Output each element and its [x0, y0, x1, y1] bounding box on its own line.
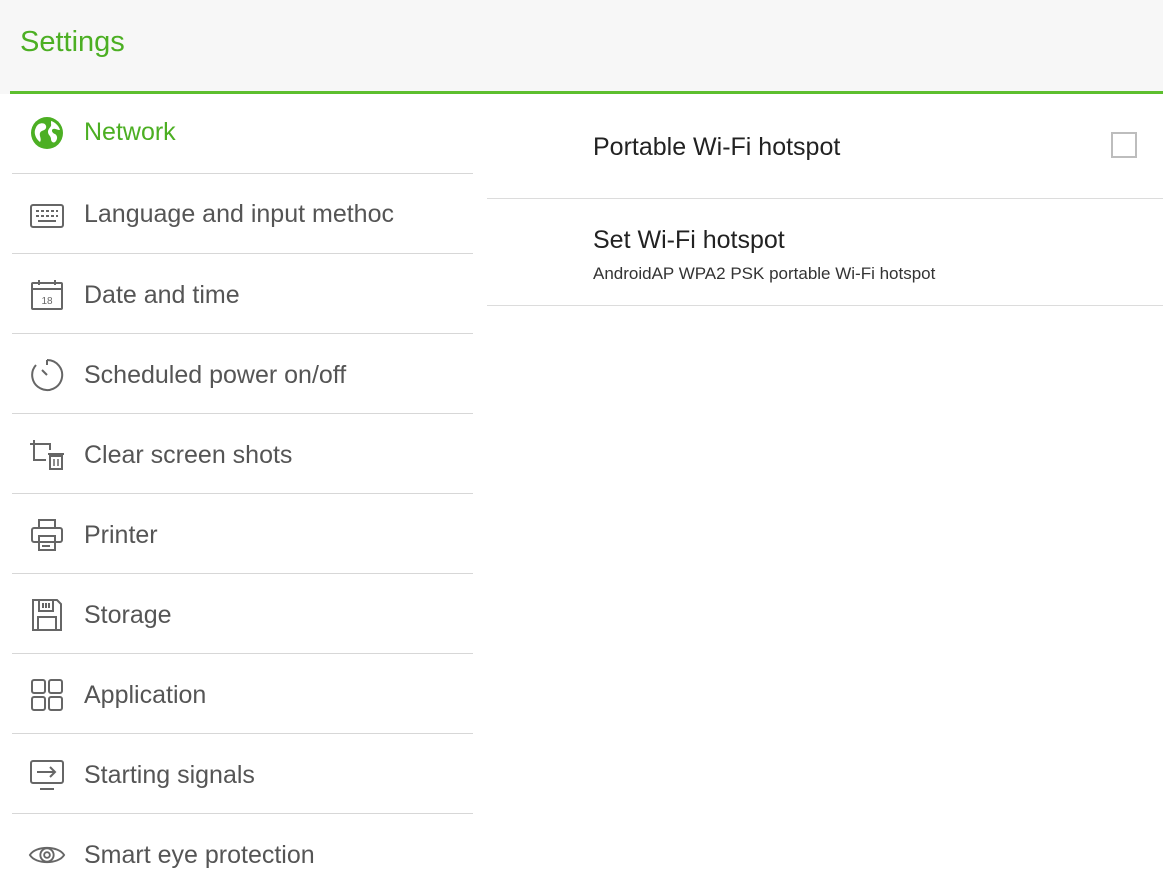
sidebar-item-starting-signals[interactable]: Starting signals: [12, 734, 473, 814]
storage-icon: [28, 596, 66, 634]
screenshot-trash-icon: [28, 436, 66, 474]
portable-hotspot-row[interactable]: Portable Wi-Fi hotspot: [487, 94, 1163, 199]
calendar-icon: 18: [28, 276, 66, 314]
action-bar: Settings: [0, 0, 1163, 94]
sidebar-item-clear-screenshots[interactable]: Clear screen shots: [12, 414, 473, 494]
sidebar-item-storage[interactable]: Storage: [12, 574, 473, 654]
sidebar-item-label: Date and time: [84, 281, 240, 309]
sidebar-item-eye-protection[interactable]: Smart eye protection: [12, 814, 473, 875]
svg-text:18: 18: [41, 296, 53, 307]
set-hotspot-title: Set Wi-Fi hotspot: [593, 226, 785, 254]
sidebar-item-label: Scheduled power on/off: [84, 361, 347, 389]
page-title: Settings: [20, 26, 125, 58]
settings-sidebar: Network Language and input methoc 18 Dat…: [12, 94, 473, 875]
printer-icon: [28, 516, 66, 554]
sidebar-item-label: Starting signals: [84, 761, 255, 789]
apps-grid-icon: [28, 676, 66, 714]
sidebar-item-scheduled-power[interactable]: Scheduled power on/off: [12, 334, 473, 414]
portable-hotspot-checkbox[interactable]: [1111, 132, 1137, 158]
sidebar-item-label: Storage: [84, 601, 172, 629]
sidebar-item-label: Clear screen shots: [84, 441, 293, 469]
sidebar-item-label: Language and input methoc: [84, 200, 394, 228]
sidebar-item-label: Smart eye protection: [84, 841, 315, 869]
sidebar-item-label: Network: [84, 118, 176, 146]
sidebar-item-network[interactable]: Network: [12, 94, 473, 174]
sidebar-item-printer[interactable]: Printer: [12, 494, 473, 574]
sidebar-item-language-input[interactable]: Language and input methoc: [12, 174, 473, 254]
keyboard-icon: [28, 197, 66, 235]
sidebar-item-date-time[interactable]: 18 Date and time: [12, 254, 473, 334]
set-hotspot-row[interactable]: Set Wi-Fi hotspot AndroidAP WPA2 PSK por…: [487, 200, 1163, 306]
input-source-icon: [28, 756, 66, 794]
eye-icon: [28, 836, 66, 874]
sidebar-item-label: Printer: [84, 521, 158, 549]
globe-icon: [28, 114, 66, 152]
set-hotspot-summary: AndroidAP WPA2 PSK portable Wi-Fi hotspo…: [593, 264, 936, 283]
timer-icon: [28, 356, 66, 394]
sidebar-item-label: Application: [84, 681, 207, 709]
portable-hotspot-title: Portable Wi-Fi hotspot: [593, 133, 841, 161]
sidebar-item-application[interactable]: Application: [12, 654, 473, 734]
